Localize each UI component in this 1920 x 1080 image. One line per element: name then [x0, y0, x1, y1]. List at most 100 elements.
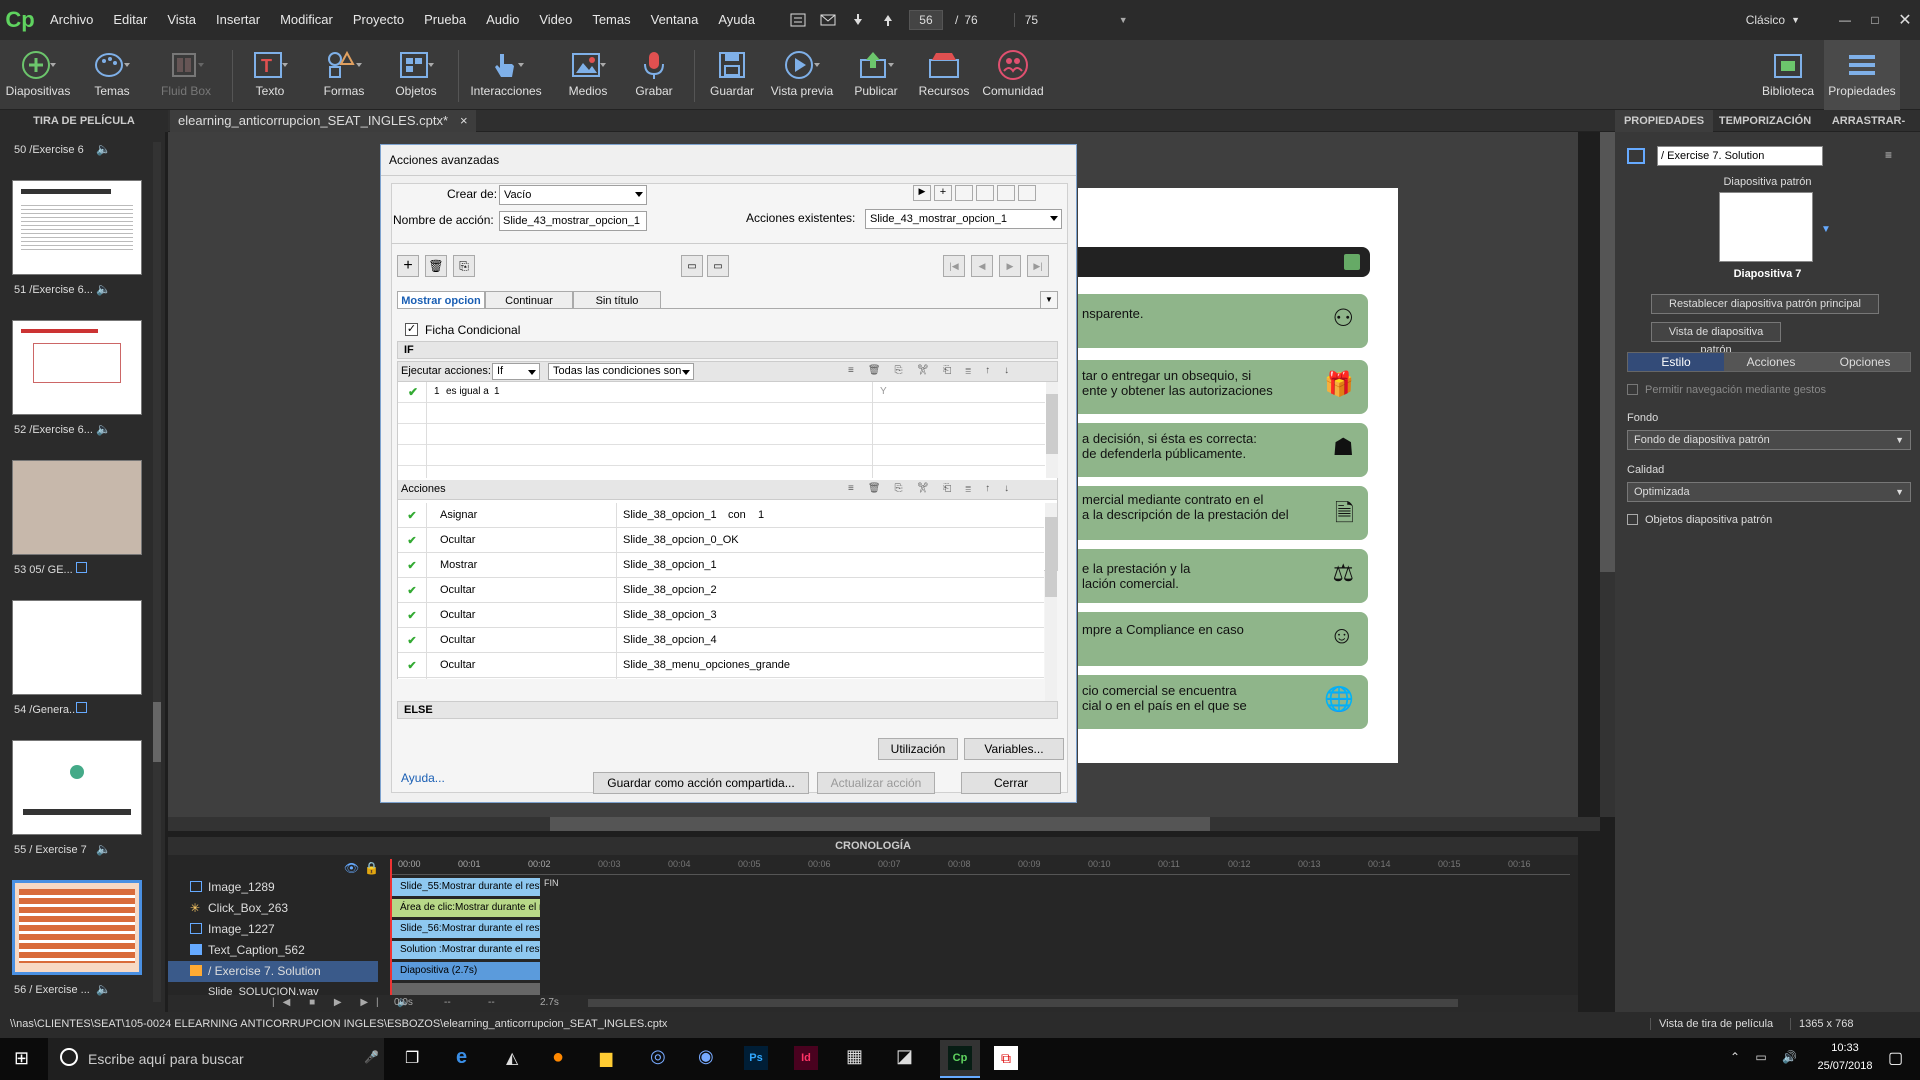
- master-dropdown-icon[interactable]: ▼: [1821, 224, 1831, 235]
- thunderbird-icon[interactable]: ◉: [698, 1046, 714, 1067]
- timeline-bar[interactable]: Diapositiva (2.7s): [392, 962, 540, 980]
- action-row[interactable]: ✔ Mostrar Slide_38_opcion_1: [398, 553, 1044, 578]
- notifications-icon[interactable]: ▢: [1888, 1048, 1903, 1068]
- action-row[interactable]: ✔ Ocultar Slide_38_opcion_3: [398, 603, 1044, 628]
- import-icon[interactable]: [955, 185, 973, 201]
- record-button[interactable]: Grabar: [626, 46, 682, 106]
- eye-icon[interactable]: 👁: [344, 861, 359, 875]
- close-icon[interactable]: ✕: [1890, 10, 1920, 30]
- captivate-taskbar-button[interactable]: Cp: [940, 1040, 980, 1078]
- file-explorer-icon[interactable]: ▆: [600, 1048, 612, 1068]
- winamp-icon[interactable]: ◭: [506, 1048, 518, 1068]
- gesture-checkbox[interactable]: [1627, 384, 1638, 395]
- slide-thumb-51[interactable]: [12, 180, 142, 275]
- update-action-button[interactable]: Actualizar acción: [817, 772, 935, 794]
- tab-mostrar-opcion[interactable]: Mostrar opcion: [397, 291, 485, 309]
- tab-acciones[interactable]: Acciones: [1724, 353, 1818, 371]
- media-button[interactable]: Medios: [558, 46, 618, 106]
- unlock-button[interactable]: ▭: [707, 255, 729, 277]
- minimize-icon[interactable]: —: [1830, 13, 1860, 27]
- fluid-box-button[interactable]: Fluid Box: [152, 46, 220, 106]
- library-button[interactable]: Biblioteca: [1758, 46, 1818, 106]
- help-link[interactable]: Ayuda...: [401, 771, 445, 785]
- properties-button[interactable]: Propiedades: [1824, 40, 1900, 110]
- create-from-select[interactable]: Vacío: [499, 185, 647, 205]
- slide-label-52[interactable]: 52 /Exercise 6...: [14, 424, 93, 436]
- clock-time[interactable]: 10:33: [1810, 1042, 1880, 1054]
- action-row[interactable]: ✔ Ocultar Slide_38_menu_opciones_grande: [398, 653, 1044, 678]
- bg-select[interactable]: Fondo de diapositiva patrón ▼: [1627, 430, 1911, 450]
- conditions-scrollbar[interactable]: [1046, 382, 1058, 478]
- slide-label-54[interactable]: 54 /Genera...: [14, 704, 78, 716]
- timeline-scrollbar[interactable]: [588, 999, 1458, 1007]
- delete-decision-button[interactable]: 🗑: [425, 255, 447, 277]
- menu-proyecto[interactable]: Proyecto: [343, 0, 414, 40]
- export-icon[interactable]: [976, 185, 994, 201]
- master-objects-checkbox[interactable]: [1627, 514, 1638, 525]
- menu-ayuda[interactable]: Ayuda: [708, 0, 765, 40]
- action-name-input[interactable]: [499, 211, 647, 231]
- slide-thumb-53[interactable]: [12, 460, 142, 555]
- indesign-icon[interactable]: Id: [794, 1046, 818, 1070]
- photoshop-icon[interactable]: Ps: [744, 1046, 768, 1070]
- menu-editar[interactable]: Editar: [103, 0, 157, 40]
- preview-button[interactable]: Vista previa: [766, 46, 838, 106]
- action-row[interactable]: ✔ Ocultar Slide_38_opcion_2: [398, 578, 1044, 603]
- script-icon[interactable]: [785, 10, 811, 30]
- stage-horizontal-scrollbar[interactable]: [168, 817, 1600, 831]
- system-tray-icons[interactable]: ⌃ ▭ 🔊: [1730, 1050, 1803, 1064]
- usage-button[interactable]: Utilización: [878, 738, 958, 760]
- tab-sin-titulo[interactable]: Sin título: [573, 291, 661, 309]
- tab-timing[interactable]: TEMPORIZACIÓN: [1715, 110, 1815, 132]
- next-button[interactable]: ▶: [999, 255, 1021, 277]
- add-icon[interactable]: +: [934, 185, 952, 201]
- add-decision-button[interactable]: +: [397, 255, 419, 277]
- zoom-chevron-icon[interactable]: ▼: [1119, 15, 1128, 25]
- menu-archivo[interactable]: Archivo: [40, 0, 103, 40]
- prev-button[interactable]: ◀: [971, 255, 993, 277]
- timeline-bar[interactable]: Slide_55:Mostrar durante el resto de la.…: [392, 878, 540, 896]
- edge-icon[interactable]: e: [456, 1046, 467, 1069]
- slide-name-input[interactable]: [1657, 146, 1823, 166]
- slide-label-53[interactable]: 53 05/ GE...: [14, 564, 73, 576]
- interactions-button[interactable]: Interacciones: [466, 46, 546, 106]
- shapes-button[interactable]: Formas: [314, 46, 374, 106]
- tabs-dropdown-icon[interactable]: ▼: [1040, 291, 1058, 309]
- lock-button[interactable]: ▭: [681, 255, 703, 277]
- action-row[interactable]: ✔ Ocultar Slide_38_opcion_4: [398, 628, 1044, 653]
- action-row[interactable]: ✔ Asignar Slide_38_opcion_1 con 1: [398, 503, 1044, 528]
- slide-thumb-56[interactable]: [12, 880, 142, 975]
- condition-left[interactable]: 1: [434, 386, 440, 397]
- clock-date[interactable]: 25/07/2018: [1810, 1060, 1880, 1072]
- tab-estilo[interactable]: Estilo: [1628, 353, 1724, 371]
- mail-icon[interactable]: [815, 10, 841, 30]
- assets-button[interactable]: Recursos: [914, 46, 974, 106]
- copy-decision-button[interactable]: ⎘: [453, 255, 475, 277]
- conditional-checkbox[interactable]: ✓: [405, 323, 418, 336]
- community-button[interactable]: Comunidad: [980, 46, 1046, 106]
- stage-vertical-scrollbar[interactable]: [1600, 132, 1615, 817]
- condition-right[interactable]: 1: [494, 386, 500, 397]
- action-row[interactable]: ✔ Ocultar Slide_38_opcion_0_OK: [398, 528, 1044, 553]
- slide-thumb-54[interactable]: [12, 600, 142, 695]
- action-tools-icon[interactable]: ≡🗑⎘✂⎗≣↑↓: [848, 483, 1023, 494]
- menu-temas[interactable]: Temas: [582, 0, 640, 40]
- maximize-icon[interactable]: □: [1860, 13, 1890, 27]
- first-button[interactable]: |◀: [943, 255, 965, 277]
- timeline-bar[interactable]: Área de clic:Mostrar durante el resto d.…: [392, 899, 540, 917]
- master-view-button[interactable]: Vista de diapositiva patrón: [1651, 322, 1781, 356]
- task-view-icon[interactable]: ❐: [405, 1048, 419, 1068]
- conditions-select[interactable]: Todas las condiciones son verda: [548, 363, 694, 380]
- timeline-bar[interactable]: Slide_56:Mostrar durante el resto de la.…: [392, 920, 540, 938]
- time-ruler[interactable]: 00:00 00:01 00:02 00:03 00:04 00:05 00:0…: [390, 859, 1570, 875]
- document-tab[interactable]: elearning_anticorrupcion_SEAT_INGLES.cpt…: [170, 110, 476, 132]
- menu-vista[interactable]: Vista: [157, 0, 206, 40]
- menu-prueba[interactable]: Prueba: [414, 0, 476, 40]
- lock-icon[interactable]: 🔒: [364, 861, 379, 875]
- zoom-select[interactable]: 75: [1013, 13, 1114, 27]
- current-page-input[interactable]: 56: [908, 10, 943, 30]
- themes-button[interactable]: Temas: [82, 46, 142, 106]
- windows-start-icon[interactable]: ⊞: [14, 1048, 29, 1069]
- slide-label-50[interactable]: 50 /Exercise 6: [14, 144, 84, 156]
- menu-insertar[interactable]: Insertar: [206, 0, 270, 40]
